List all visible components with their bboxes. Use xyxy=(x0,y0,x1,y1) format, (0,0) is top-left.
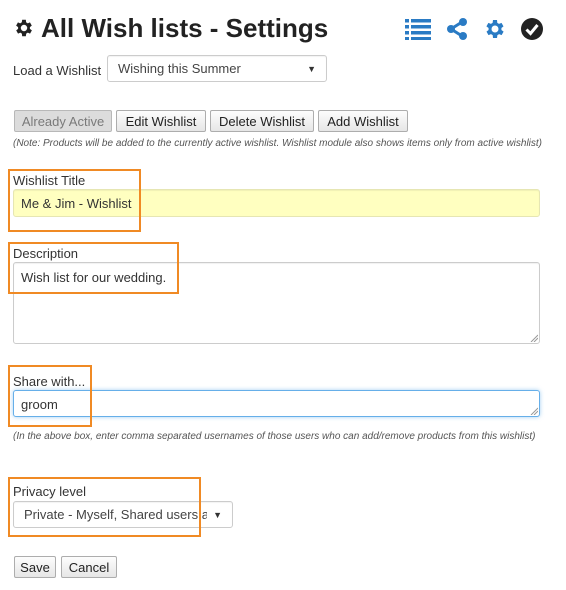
gear-icon xyxy=(16,19,32,37)
active-wishlist-note: (Note: Products will be added to the cur… xyxy=(13,138,542,149)
page-title-text: All Wish lists - Settings xyxy=(41,12,329,43)
delete-wishlist-button[interactable]: Delete Wishlist xyxy=(210,110,314,132)
highlight-box-description xyxy=(8,242,179,294)
chevron-down-icon: ▼ xyxy=(307,63,316,74)
highlight-box-title xyxy=(8,169,141,232)
already-active-button[interactable]: Already Active xyxy=(14,110,112,132)
edit-wishlist-button[interactable]: Edit Wishlist xyxy=(116,110,206,132)
save-button[interactable]: Save xyxy=(14,556,56,578)
resize-grip-icon[interactable] xyxy=(530,334,538,342)
share-icon[interactable] xyxy=(444,16,470,42)
highlight-box-share xyxy=(8,365,92,427)
check-circle-icon[interactable] xyxy=(519,16,545,42)
load-wishlist-select[interactable]: Wishing this Summer ▼ xyxy=(107,55,327,82)
share-with-input[interactable]: groom xyxy=(13,390,540,417)
add-wishlist-button[interactable]: Add Wishlist xyxy=(318,110,408,132)
cancel-button[interactable]: Cancel xyxy=(61,556,117,578)
settings-gear-icon[interactable] xyxy=(482,16,508,42)
chevron-down-icon: ▼ xyxy=(213,509,222,520)
load-wishlist-label: Load a Wishlist xyxy=(13,63,102,78)
page-title: All Wish lists - Settings xyxy=(13,12,328,44)
highlight-box-privacy xyxy=(8,477,201,537)
resize-grip-icon[interactable] xyxy=(530,407,538,415)
load-wishlist-value: Wishing this Summer xyxy=(118,61,241,76)
share-with-note: (In the above box, enter comma separated… xyxy=(13,431,536,442)
list-icon[interactable] xyxy=(405,16,431,42)
